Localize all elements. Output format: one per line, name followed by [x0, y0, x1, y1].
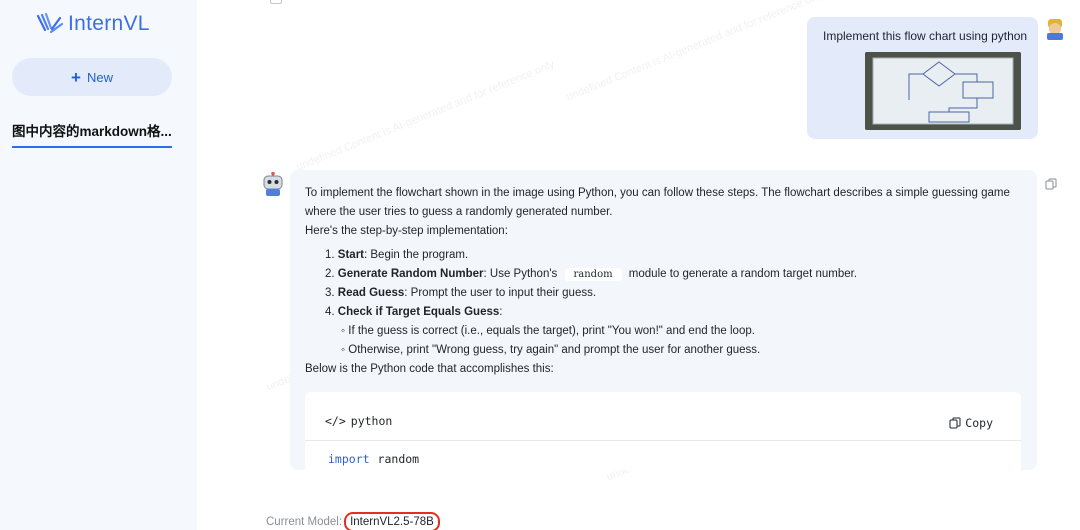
list-item: ◦ If the guess is correct (i.e., equals …: [341, 325, 755, 337]
step-title: Read Guess: [337, 287, 405, 299]
step-text: :: [499, 306, 503, 318]
bot-intro: To implement the flowchart shown in the …: [305, 187, 1010, 218]
model-indicator: Current Model: InternVL2.5-78B: [266, 512, 440, 530]
step-text: : Use Python's: [483, 268, 558, 280]
step-number: 3.: [325, 287, 335, 299]
bot-intro-2: Here's the step-by-step implementation:: [305, 225, 508, 237]
sidebar-item-conversation[interactable]: 图中内容的markdown格...: [12, 120, 172, 148]
step-text: : Prompt the user to input their guess.: [404, 287, 597, 299]
flowchart-photo-icon: [865, 52, 1021, 130]
substep-text: Otherwise, print "Wrong guess, try again…: [348, 344, 761, 356]
code-divider: [305, 440, 1021, 441]
code-block: </> python Copy import random: [305, 392, 1021, 470]
logo-text: InternVL: [68, 12, 150, 35]
list-item: 1. Start: Begin the program.: [325, 246, 1022, 265]
copy-message-icon[interactable]: [1045, 178, 1057, 190]
watermark: undefined Content is AI-generated and fo…: [564, 0, 827, 104]
current-model-label: Current Model:: [266, 516, 343, 528]
substep-text: If the guess is correct (i.e., equals th…: [348, 325, 755, 337]
copy-icon[interactable]: [270, 0, 282, 4]
copy-code-button[interactable]: Copy: [949, 416, 993, 430]
list-item: ◦ Otherwise, print "Wrong guess, try aga…: [341, 344, 761, 356]
chat-area: undefined Content is AI-generated and fo…: [197, 0, 1080, 530]
code-language: </> python: [325, 414, 392, 428]
logo[interactable]: InternVL: [36, 12, 150, 36]
user-message-text: Implement this flow chart using python: [823, 29, 1028, 43]
bot-message: To implement the flowchart shown in the …: [290, 170, 1037, 470]
step-number: 1.: [325, 249, 335, 261]
user-avatar-icon: [1047, 19, 1063, 40]
step-text: : Begin the program.: [364, 249, 469, 261]
flowchart-image[interactable]: [865, 52, 1021, 130]
list-item: 4. Check if Target Equals Guess: ◦ If th…: [325, 303, 1022, 360]
watermark: undefined Content is AI-generated and fo…: [294, 58, 557, 174]
bot-avatar-icon: [263, 172, 283, 196]
copy-label: Copy: [965, 416, 993, 430]
step-number: 2.: [325, 268, 335, 280]
new-chat-button[interactable]: + New: [12, 58, 172, 96]
step-title: Start: [337, 249, 364, 261]
plus-icon: +: [71, 67, 81, 87]
copy-icon: [949, 417, 961, 429]
inline-code: random: [564, 268, 622, 281]
list-item: 3. Read Guess: Prompt the user to input …: [325, 284, 1022, 303]
step-text: module to generate a random target numbe…: [628, 268, 858, 280]
code-text: random: [377, 452, 420, 466]
current-model-name[interactable]: InternVL2.5-78B: [344, 512, 440, 530]
bot-code-intro: Below is the Python code that accomplish…: [305, 363, 554, 375]
sidebar: InternVL + New 图中内容的markdown格...: [0, 0, 197, 530]
conversation-title: 图中内容的markdown格...: [12, 124, 172, 139]
logo-icon: [36, 12, 64, 34]
step-title: Generate Random Number: [337, 268, 484, 280]
code-keyword: import: [328, 452, 370, 466]
new-chat-label: New: [86, 69, 113, 85]
code-line: import random: [328, 452, 419, 466]
previous-message-actions: [270, 0, 282, 4]
list-item: 2. Generate Random Number: Use Python's …: [325, 265, 1022, 284]
steps-list: 1. Start: Begin the program. 2. Generate…: [305, 246, 1022, 360]
step-title: Check if Target Equals Guess: [337, 306, 500, 318]
user-message: Implement this flow chart using python: [807, 17, 1038, 139]
code-icon: </>: [325, 414, 346, 428]
code-language-label: python: [350, 414, 393, 428]
step-number: 4.: [325, 306, 335, 318]
substeps-list: ◦ If the guess is correct (i.e., equals …: [325, 322, 1022, 360]
